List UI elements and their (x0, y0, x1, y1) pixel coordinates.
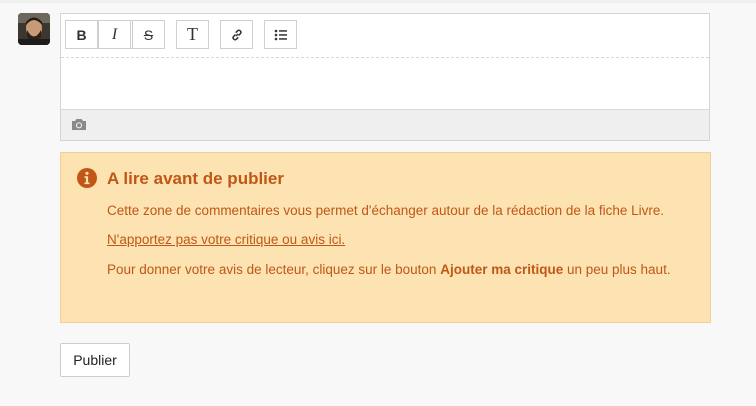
strikethrough-icon: S (143, 26, 154, 43)
notice-text-intro: Cette zone de commentaires vous permet d… (107, 203, 665, 218)
publish-button[interactable]: Publier (60, 343, 130, 377)
notice-text-before: Pour donner votre avis de lecteur, cliqu… (107, 262, 441, 277)
bullet-list-button[interactable] (264, 20, 297, 49)
link-icon (231, 29, 242, 40)
editor-footer (61, 109, 709, 140)
top-divider (0, 0, 756, 3)
avatar (18, 13, 50, 45)
comment-textarea[interactable] (61, 58, 709, 111)
bold-button[interactable]: B (65, 20, 98, 49)
add-review-mention: Ajouter ma critique (440, 262, 564, 277)
notice-warning-link[interactable]: N'apportez pas votre critique ou avis ic… (107, 230, 707, 249)
notice-title: A lire avant de publier (107, 169, 284, 188)
bullet-list-icon (274, 29, 287, 40)
italic-icon: I (111, 25, 118, 43)
text-format-icon: T (187, 24, 198, 44)
pre-publish-notice: A lire avant de publier Cette zone de co… (60, 152, 711, 323)
editor-toolbar: B I S T (61, 14, 709, 58)
notice-text-instructions: Pour donner votre avis de lecteur, cliqu… (107, 260, 707, 279)
link-button[interactable] (220, 20, 253, 49)
info-icon (77, 168, 97, 188)
strikethrough-button[interactable]: S (132, 20, 165, 49)
bold-icon: B (76, 26, 87, 43)
camera-icon[interactable] (71, 118, 87, 131)
notice-text-after: un peu plus haut. (563, 262, 671, 277)
italic-button[interactable]: I (98, 20, 131, 49)
text-format-button[interactable]: T (176, 20, 209, 49)
comment-editor: B I S T (60, 13, 710, 141)
